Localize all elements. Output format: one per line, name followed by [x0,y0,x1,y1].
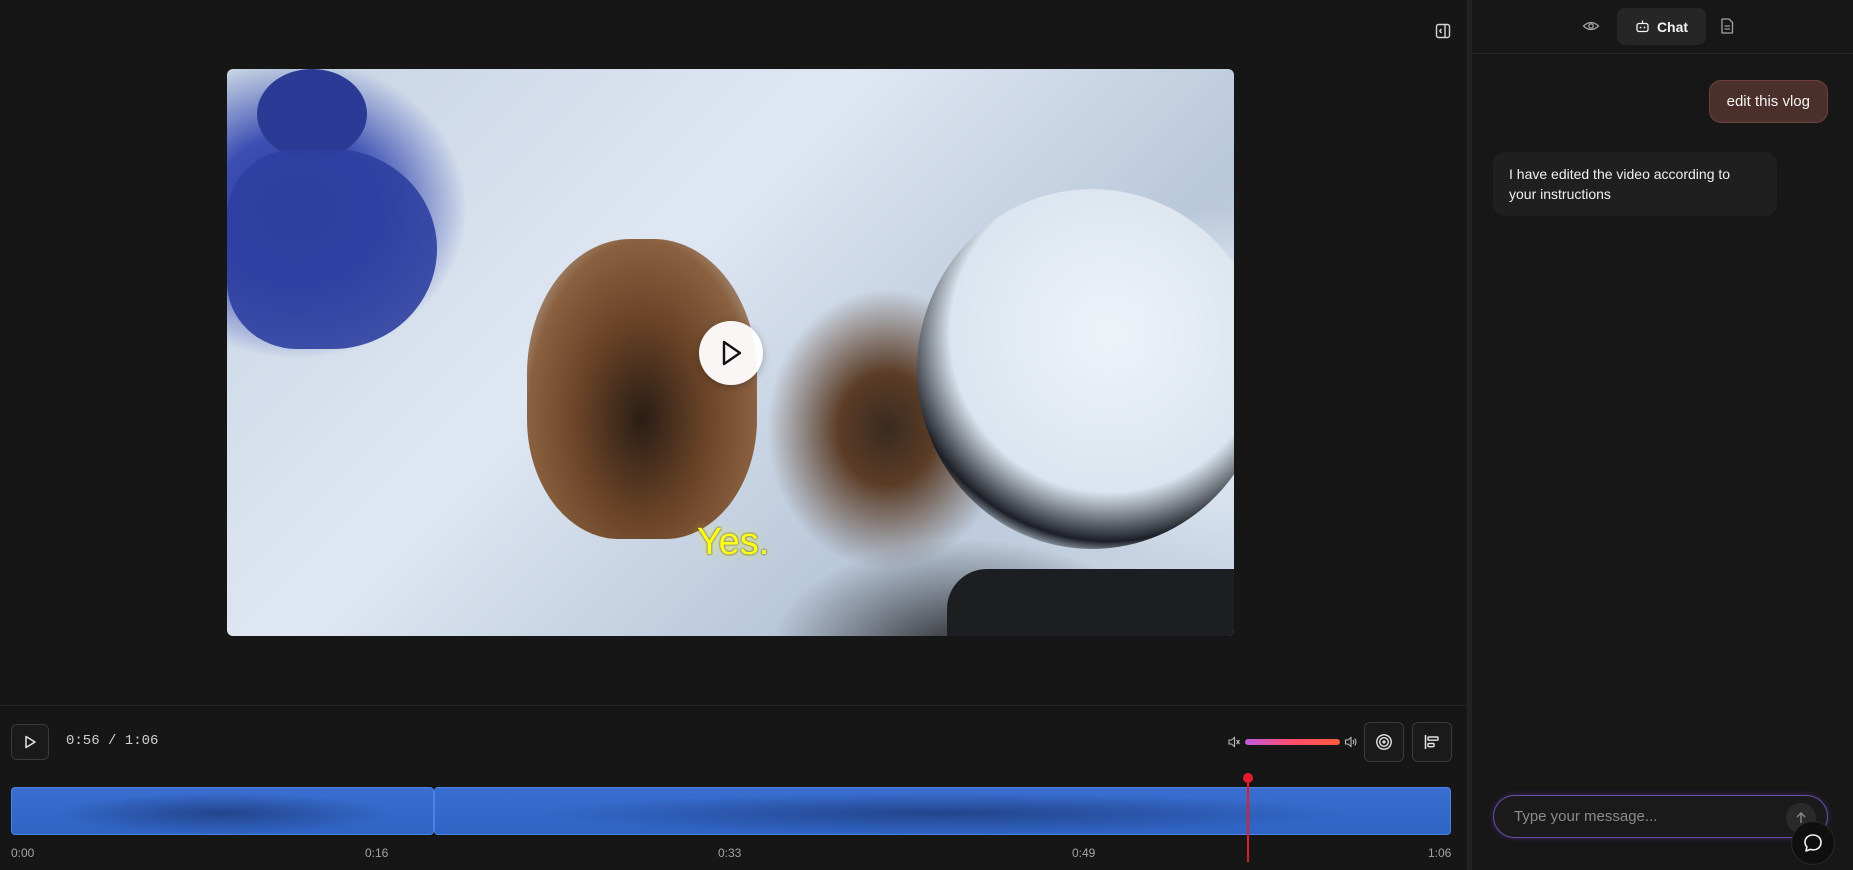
document-icon[interactable] [1718,17,1736,35]
timeline-tick: 0:16 [365,846,389,860]
playhead-handle[interactable] [1243,773,1253,783]
timeline-clip[interactable] [11,787,434,835]
user-message: edit this vlog [1708,80,1828,123]
volume-mute-icon[interactable] [1227,735,1241,749]
video-caption: Yes. [696,521,770,563]
video-frame-detail [947,569,1234,636]
robot-icon [1636,20,1649,33]
timeline-tick: 0:49 [1072,846,1096,860]
video-frame-subject [527,239,757,539]
video-preview[interactable]: Yes. [227,69,1234,636]
video-frame-detail [227,149,437,349]
tab-chat-label: Chat [1656,18,1689,35]
timeline-clip[interactable] [434,787,1451,835]
play-icon [722,340,742,366]
timeline-tick: 0:33 [718,846,742,860]
target-button[interactable] [1364,722,1404,762]
timeline-tick: 0:00 [11,846,35,860]
panel-collapse-icon[interactable] [1434,22,1452,40]
align-button[interactable] [1412,722,1452,762]
tab-chat[interactable]: Chat [1617,8,1706,45]
chat-bubble-icon [1804,834,1822,852]
target-icon [1376,734,1392,750]
video-frame-detail [917,189,1234,549]
volume-slider[interactable] [1245,739,1340,745]
assistant-message: I have edited the video according to you… [1493,152,1777,216]
playhead[interactable] [1247,778,1249,862]
play-button[interactable] [11,724,49,760]
message-input[interactable] [1514,796,1774,837]
chat-launcher-button[interactable] [1791,821,1835,865]
timecode: 0:56 / 1:06 [66,733,159,749]
volume-loud-icon[interactable] [1344,735,1358,749]
video-editor: Yes. 0:56 / 1:06 0:00 0:16 0:33 0:49 1:0… [0,0,1467,870]
divider [0,705,1467,706]
play-icon [25,735,36,749]
video-frame-detail [257,69,367,159]
video-play-overlay-button[interactable] [699,321,763,385]
volume-slider-fill [1245,739,1340,745]
app-root: Yes. 0:56 / 1:06 0:00 0:16 0:33 0:49 1:0… [0,0,1853,870]
chat-panel: Chat edit this vlog I have edited the vi… [1472,0,1853,870]
timeline-tick: 1:06 [1428,846,1452,860]
eye-icon[interactable] [1582,17,1600,35]
message-input-container [1493,795,1828,838]
align-left-icon [1424,735,1439,749]
panel-header: Chat [1472,0,1853,54]
